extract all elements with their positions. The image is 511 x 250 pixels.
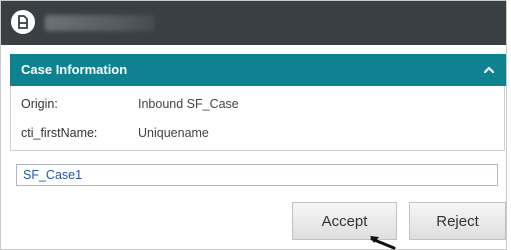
field-value: Inbound SF_Case [138, 97, 239, 111]
case-information-header[interactable]: Case Information [10, 54, 506, 86]
interaction-dialog: Case Information Origin: Inbound SF_Case… [0, 0, 507, 250]
chevron-up-icon[interactable] [482, 63, 496, 77]
accept-button[interactable]: Accept [292, 202, 397, 240]
reject-button[interactable]: Reject [409, 202, 506, 240]
app-logo-icon [11, 10, 35, 34]
mouse-pointer-icon [370, 236, 396, 250]
redacted-title [45, 15, 155, 31]
case-id-input[interactable] [16, 164, 498, 186]
field-label: cti_firstName: [21, 126, 98, 140]
section-title: Case Information [21, 62, 128, 77]
dialog-titlebar [1, 1, 506, 45]
case-information-panel: Origin: Inbound SF_Case cti_firstName: U… [10, 86, 505, 151]
field-label: Origin: [21, 97, 58, 111]
field-value: Uniquename [138, 126, 209, 140]
